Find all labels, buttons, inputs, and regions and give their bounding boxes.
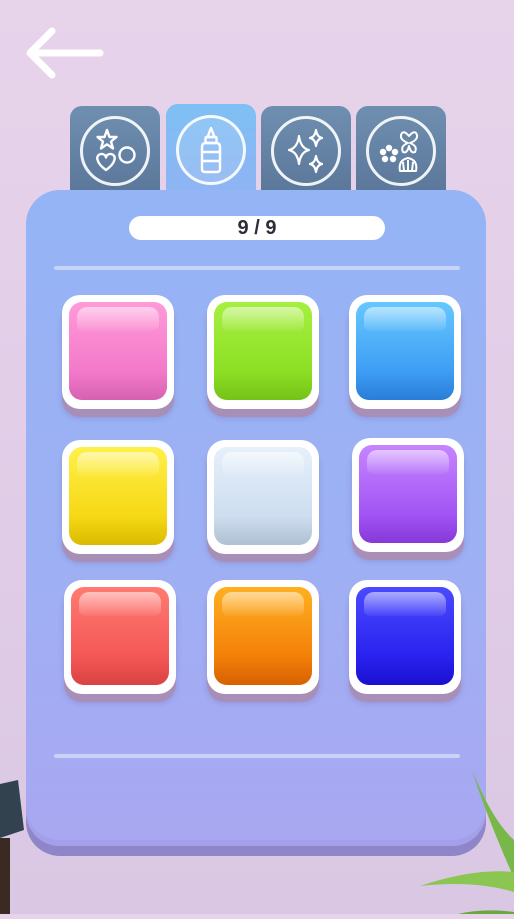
divider [54, 266, 460, 270]
glue-bottle-icon [176, 115, 246, 185]
shapes-icon [80, 116, 150, 186]
color-swatch-pink[interactable] [62, 295, 174, 409]
color-swatch-lime[interactable] [207, 295, 319, 409]
color-swatch-yellow[interactable] [62, 440, 174, 554]
tab-stickers[interactable] [356, 106, 446, 196]
lamp-decoration [0, 780, 26, 914]
color-panel: 9 / 9 [26, 190, 486, 846]
tab-sparkles[interactable] [261, 106, 351, 196]
color-swatch-pale-blue[interactable] [207, 440, 319, 554]
color-swatch-red[interactable] [64, 580, 176, 694]
tab-shapes[interactable] [70, 106, 160, 196]
tab-glue[interactable] [166, 104, 256, 196]
color-swatch-purple[interactable] [352, 438, 464, 552]
plant-decoration [414, 760, 514, 914]
color-swatch-blue[interactable] [349, 580, 461, 694]
color-swatch-orange[interactable] [207, 580, 319, 694]
back-arrow-icon[interactable] [22, 26, 104, 80]
divider [54, 754, 460, 758]
butterfly-flower-shell-icon [366, 116, 436, 186]
sparkles-icon [271, 116, 341, 186]
color-counter: 9 / 9 [129, 216, 385, 240]
category-tabs [70, 104, 446, 196]
color-swatch-sky-blue[interactable] [349, 295, 461, 409]
